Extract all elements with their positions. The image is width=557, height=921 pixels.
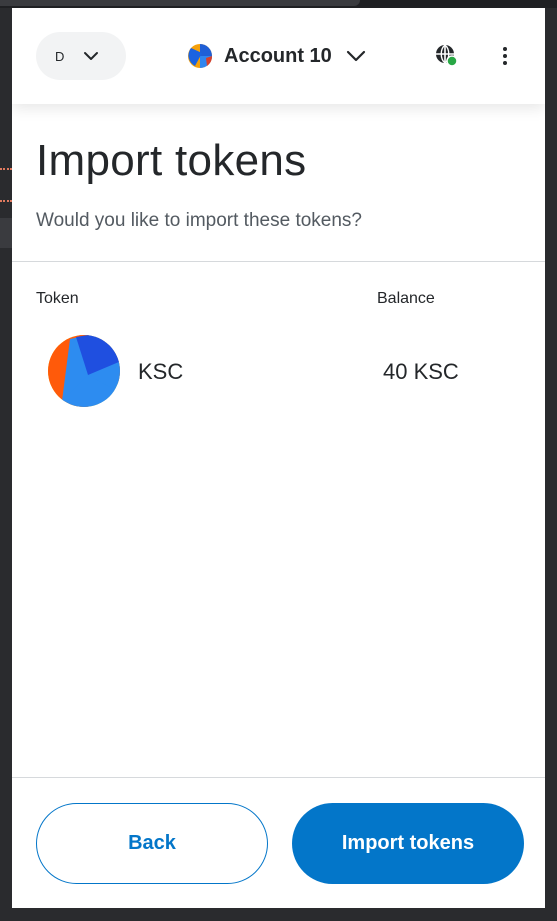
background-dash <box>0 200 12 202</box>
token-balance: 40 KSC <box>383 359 459 384</box>
page-title: Import tokens <box>36 136 307 185</box>
background-edge <box>545 8 557 921</box>
footer-divider <box>12 777 545 778</box>
import-tokens-button[interactable]: Import tokens <box>292 803 524 884</box>
background-dash <box>0 168 12 170</box>
chevron-down-icon <box>346 50 365 62</box>
divider <box>12 261 545 262</box>
network-avatar: D <box>55 48 65 64</box>
account-avatar-icon <box>188 44 212 68</box>
column-header-balance: Balance <box>377 290 435 307</box>
account-name: Account 10 <box>224 44 332 67</box>
column-header-token: Token <box>36 290 79 307</box>
token-identicon-icon <box>48 335 120 407</box>
connection-globe-icon[interactable] <box>435 44 459 68</box>
token-symbol: KSC <box>138 359 184 384</box>
import-tokens-popup: D Account 10 Import tokens Would you lik… <box>12 8 545 908</box>
background-window-topbar <box>0 0 557 8</box>
network-picker[interactable]: D <box>36 32 126 80</box>
more-menu-icon[interactable] <box>497 44 513 68</box>
chevron-down-icon <box>84 52 98 60</box>
back-button[interactable]: Back <box>36 803 268 884</box>
token-row: KSC 40 KSC <box>48 335 508 407</box>
account-picker[interactable]: Account 10 <box>188 40 366 72</box>
page-subtitle: Would you like to import these tokens? <box>36 210 362 231</box>
app-header: D Account 10 <box>12 8 545 104</box>
